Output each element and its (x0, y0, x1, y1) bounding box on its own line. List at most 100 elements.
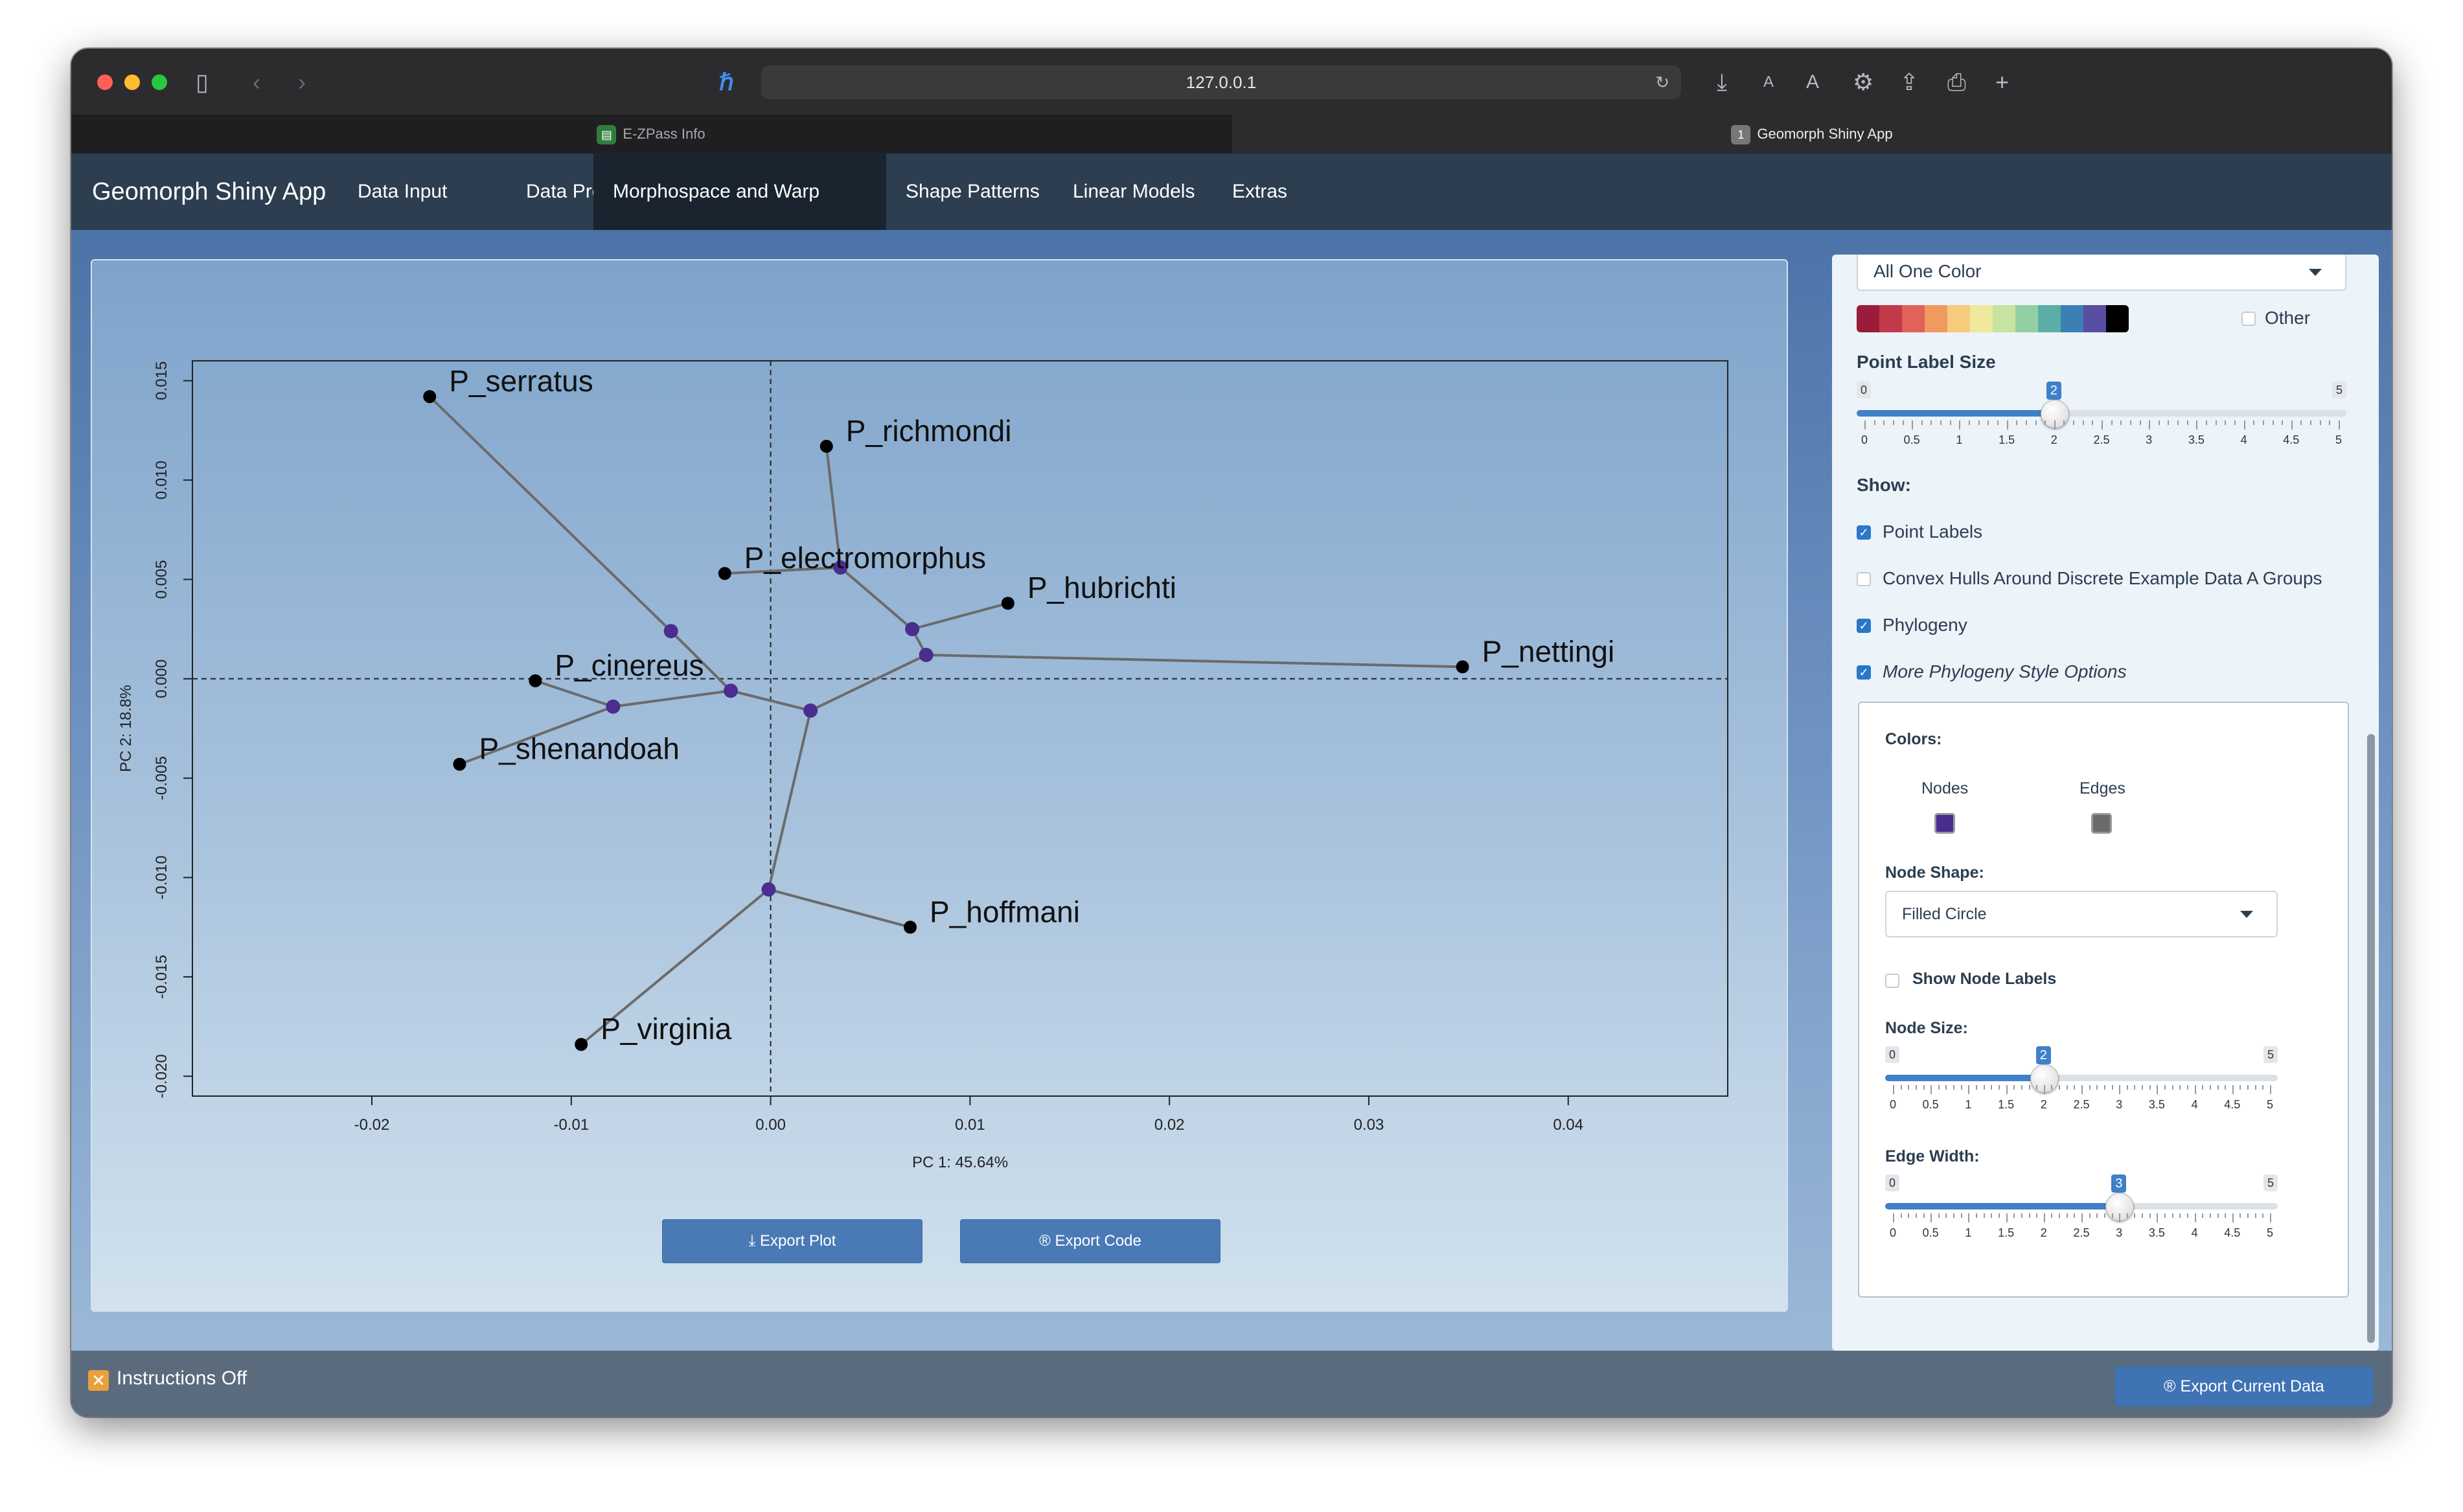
slider-tick (2139, 420, 2141, 425)
export-code-button[interactable]: ® Export Code (960, 1219, 1220, 1263)
slider-tick (2262, 1213, 2264, 1218)
instructions-toggle-icon[interactable]: ✕ (88, 1370, 109, 1391)
gear-icon[interactable]: ⚙ (1853, 71, 1873, 94)
slider-tick (2270, 1085, 2271, 1094)
slider-tick (2177, 420, 2179, 425)
extension-icon[interactable]: ℏ (719, 71, 734, 94)
show-option-checkbox[interactable]: ✓ (1857, 525, 1871, 540)
zoom-window-button[interactable] (152, 74, 167, 90)
slider-tick (2111, 1213, 2113, 1218)
slider-tick (2102, 420, 2103, 430)
slider-tick-label: 0.5 (1922, 1226, 1939, 1239)
slider-tick-label: 5 (2335, 433, 2342, 446)
forward-icon[interactable]: › (298, 71, 306, 94)
slider-fill (1857, 410, 2054, 417)
app-brand[interactable]: Geomorph Shiny App (92, 154, 326, 230)
edges-color-swatch[interactable] (2091, 813, 2112, 834)
new-tab-icon[interactable]: + (1995, 71, 2009, 94)
r-logo-icon: ® (1039, 1232, 1055, 1250)
slider-tick (2158, 420, 2160, 425)
tab-geomorph[interactable]: 1 Geomorph Shiny App (1232, 115, 2392, 154)
share-icon[interactable]: ⇪ (1899, 71, 1919, 94)
slider-tick (2186, 1085, 2188, 1090)
minimize-window-button[interactable] (124, 74, 140, 90)
slider-value-label: 2 (2046, 382, 2061, 400)
palette-swatch (1993, 305, 2015, 332)
slider-tick (1991, 1213, 1993, 1218)
palette-swatch (2015, 305, 2038, 332)
export-current-data-button[interactable]: ® Export Current Data (2114, 1366, 2374, 1406)
slider-tick (2272, 420, 2274, 425)
nav-data-input[interactable]: Data Input (338, 154, 466, 230)
slider-tick (2016, 420, 2018, 425)
slider-tick (1930, 1085, 1932, 1094)
edge-width-slider[interactable]: 0 5 3 0 0.5 1 1.5 2 2.5 3 3.5 4 4.5 5 (1885, 1174, 2278, 1246)
sidebar-scrollbar[interactable] (2367, 734, 2375, 1343)
show-option-checkbox[interactable]: ✓ (1857, 665, 1871, 680)
color-palette[interactable] (1857, 305, 2129, 332)
slider-tick (1908, 1085, 1910, 1090)
slider-tick (2103, 1085, 2105, 1090)
slider-tick (2051, 1213, 2053, 1218)
tip-label: P_cinereus (555, 648, 704, 682)
tab-ezpass[interactable]: ▤ E-ZPass Info (71, 115, 1231, 154)
node-shape-title: Node Shape: (1885, 864, 1984, 882)
slider-tick (1960, 1085, 1962, 1090)
slider-max-label: 5 (2263, 1046, 2278, 1063)
download-icon[interactable]: ⤓ (1717, 71, 1727, 94)
slider-tick (1949, 420, 1951, 425)
node-shape-select[interactable]: Filled Circle (1885, 891, 2278, 937)
sidebar-toggle-icon[interactable]: ▯ (196, 71, 209, 94)
print-icon[interactable]: ⎙ (1947, 71, 1966, 94)
slider-tick-label: 2.5 (2093, 433, 2110, 446)
slider-min-label: 0 (1885, 1046, 1900, 1063)
phylogeny-edge (810, 654, 927, 712)
show-node-labels-checkbox[interactable] (1885, 974, 1899, 988)
tip-label: P_virginia (601, 1012, 731, 1046)
export-data-label: Export Current Data (2180, 1377, 2324, 1395)
x-tick-label: -0.02 (354, 1116, 390, 1134)
export-plot-button[interactable]: ⤓ Export Plot (662, 1219, 922, 1263)
tip-point (453, 757, 466, 771)
y-tick-label: 0.010 (153, 461, 170, 499)
slider-tick-label: 3 (2116, 1226, 2123, 1239)
other-checkbox[interactable] (2241, 312, 2256, 326)
slider-tick (2164, 1213, 2166, 1218)
show-option-label: Phylogeny (1883, 615, 1967, 635)
slider-tick (2164, 1085, 2166, 1090)
point-label-size-slider[interactable]: 0 5 2 0 0.5 1 1.5 2 2.5 3 3.5 4 4.5 5 (1857, 382, 2346, 453)
back-icon[interactable]: ‹ (253, 71, 260, 94)
slider-tick (1892, 420, 1894, 425)
slider-tick (2339, 420, 2340, 430)
color-select[interactable]: All One Color (1857, 255, 2346, 291)
nav-linear-models[interactable]: Linear Models (1053, 154, 1214, 230)
slider-tick-label: 1 (1965, 1098, 1972, 1111)
slider-tick (2240, 1085, 2241, 1090)
show-option-checkbox[interactable]: ✓ (1857, 619, 1871, 633)
slider-tick (1976, 1085, 1978, 1090)
slider-tick-label: 0 (1889, 1226, 1896, 1239)
slider-tick-label: 1.5 (1999, 433, 2015, 446)
slider-tick (1883, 420, 1885, 425)
slider-tick (2310, 420, 2312, 425)
text-smaller-icon[interactable]: A (1763, 71, 1774, 94)
nav-morphospace[interactable]: Morphospace and Warp Grids (593, 154, 886, 279)
reload-icon[interactable]: ↻ (1655, 65, 1669, 99)
text-larger-icon[interactable]: A (1806, 71, 1819, 94)
show-option-checkbox[interactable] (1857, 572, 1871, 586)
node-size-slider[interactable]: 0 5 2 0 0.5 1 1.5 2 2.5 3 3.5 4 4.5 5 (1885, 1046, 2278, 1117)
slider-tick (2168, 420, 2170, 425)
slider-tick-label: 0.5 (1922, 1098, 1939, 1111)
address-bar[interactable]: 127.0.0.1 ↻ (761, 65, 1681, 99)
nav-shape-patterns[interactable]: Shape Patterns (886, 154, 1059, 230)
nodes-color-swatch[interactable] (1934, 813, 1955, 834)
slider-tick (2006, 1213, 2008, 1222)
y-tick-label: 0.005 (153, 560, 170, 599)
url-text: 127.0.0.1 (1186, 73, 1257, 92)
palette-swatch (2083, 305, 2106, 332)
nav-extras[interactable]: Extras (1213, 154, 1307, 230)
close-window-button[interactable] (97, 74, 113, 90)
slider-tick (1864, 420, 1866, 430)
instructions-toggle-label[interactable]: Instructions Off (117, 1368, 247, 1390)
slider-tick (2051, 1085, 2053, 1090)
